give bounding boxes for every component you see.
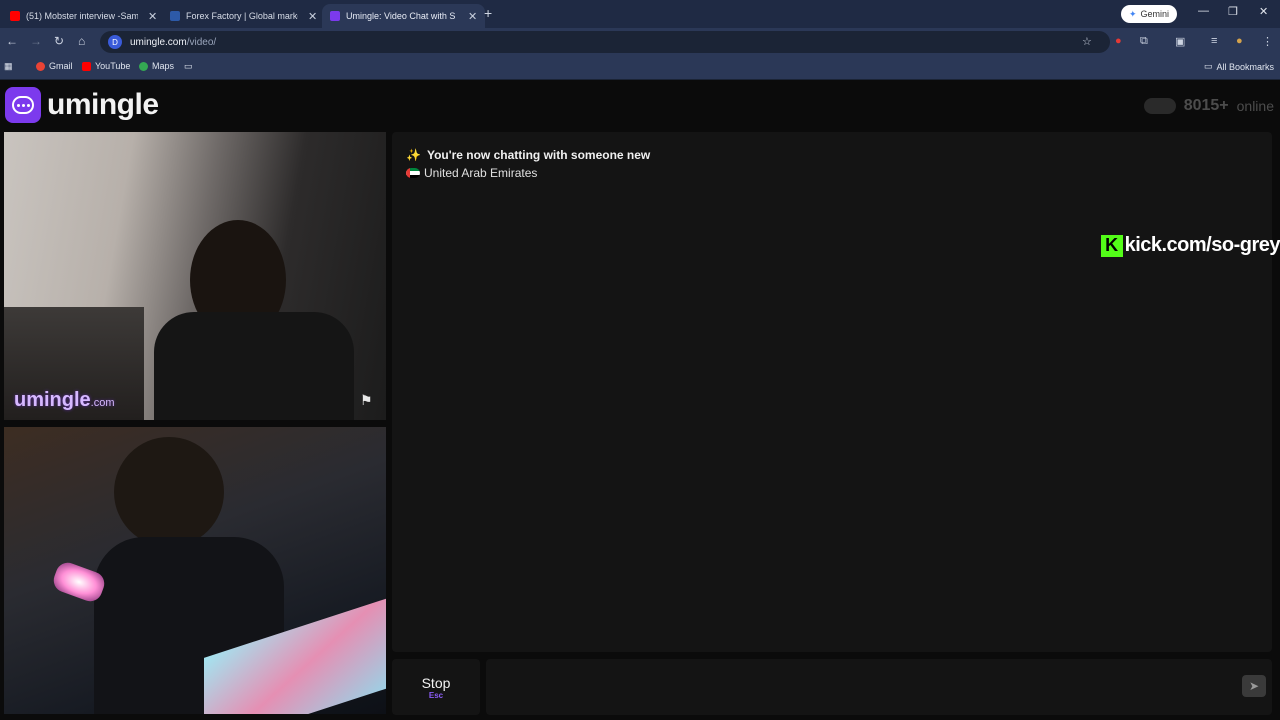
chat-status-text: You're now chatting with someone new (426, 148, 651, 162)
chat-panel: ✨ You're now chatting with someone new U… (392, 132, 1272, 652)
message-input[interactable]: ➤ (486, 659, 1272, 715)
menu-kebab-icon[interactable]: ⋮ (1262, 35, 1273, 48)
online-label: online (1236, 98, 1274, 114)
bookmark-label: YouTube (95, 61, 131, 71)
profile-avatar-icon[interactable]: ● (1236, 35, 1243, 47)
close-tab-icon[interactable]: ✕ (468, 10, 477, 23)
bookmark-label: Gmail (49, 61, 73, 71)
bookmark-maps[interactable]: Maps (139, 61, 174, 71)
new-tab-button[interactable]: + (484, 5, 492, 21)
minimize-icon[interactable]: — (1198, 5, 1209, 17)
umingle-favicon-icon (330, 11, 340, 21)
tab-title: Forex Factory | Global markets (186, 11, 298, 21)
close-tab-icon[interactable]: ✕ (148, 10, 157, 23)
google-icon (36, 61, 45, 71)
watermark-main: umingle (14, 389, 91, 411)
back-arrow-icon[interactable]: ← (6, 34, 18, 48)
record-icon[interactable]: ● (1115, 35, 1122, 47)
chat-status-message: ✨ You're now chatting with someone new (406, 148, 650, 162)
local-person-head (114, 437, 224, 547)
youtube-icon (82, 61, 91, 71)
kick-stream-overlay: K kick.com/so-grey (1100, 234, 1280, 257)
restore-icon[interactable]: ❐ (1228, 5, 1238, 18)
maps-pin-icon (139, 61, 148, 71)
bookmark-gmail[interactable]: Gmail (36, 61, 73, 71)
tab-forexfactory[interactable]: Forex Factory | Global markets ✕ (162, 4, 325, 28)
partner-country: United Arab Emirates (406, 166, 537, 180)
home-icon[interactable]: ⌂ (78, 34, 85, 48)
gemini-button[interactable]: ✦ Gemini (1121, 5, 1178, 23)
url-path: /video/ (186, 36, 217, 48)
bookmark-folder-icon[interactable]: ▭ (184, 61, 193, 72)
local-video (4, 427, 386, 714)
tab-umingle[interactable]: Umingle: Video Chat with S ✕ (322, 4, 486, 28)
umingle-page: umingle 8015+ online umingle.com ⚑ ✨ You… (0, 81, 1280, 720)
bookmarks-bar: ▦ Gmail YouTube Maps ▭ ▭ All Bookmarks (0, 56, 1280, 80)
gemini-label: Gemini (1140, 9, 1170, 19)
online-indicator: 8015+ online (1143, 97, 1274, 115)
reload-icon[interactable]: ↻ (54, 34, 64, 48)
close-window-icon[interactable]: ✕ (1259, 5, 1268, 18)
url-text: umingle.com/video/ (130, 37, 216, 48)
sparkle-icon: ✨ (406, 148, 421, 162)
site-logo[interactable]: umingle (5, 87, 159, 123)
kick-logo-icon: K (1100, 234, 1123, 257)
gemini-spark-icon: ✦ (1129, 8, 1137, 19)
remote-video: umingle.com ⚑ (4, 132, 386, 420)
remote-person-body (154, 312, 354, 420)
url-domain: umingle.com (130, 36, 187, 48)
bookmark-youtube[interactable]: YouTube (82, 61, 130, 71)
kick-url-text: kick.com/so-grey (1124, 234, 1280, 256)
online-count: 8015+ (1183, 97, 1229, 114)
all-bookmarks[interactable]: ▭ All Bookmarks (1204, 61, 1274, 72)
forexfactory-favicon-icon (170, 11, 180, 21)
all-bookmarks-label: All Bookmarks (1216, 61, 1275, 72)
stop-button[interactable]: Stop Esc (392, 659, 480, 715)
folder-icon: ▭ (1204, 61, 1213, 71)
site-info-icon[interactable]: D (108, 35, 122, 49)
address-bar[interactable]: D umingle.com/video/ (100, 31, 1110, 53)
chat-bubble-logo-icon (5, 87, 41, 123)
tab-youtube[interactable]: (51) Mobster interview -Samm ✕ (2, 4, 165, 28)
country-name: United Arab Emirates (424, 166, 538, 180)
extensions-icon[interactable]: ⧉ (1140, 35, 1148, 48)
stop-label: Stop (421, 674, 451, 691)
send-icon[interactable]: ➤ (1242, 675, 1266, 697)
stop-shortcut-key: Esc (428, 690, 444, 700)
youtube-favicon-icon (10, 11, 20, 21)
watermark-suffix: .com (90, 397, 115, 409)
tab-title: (51) Mobster interview -Samm (26, 11, 138, 21)
media-control-icon[interactable]: ≡ (1211, 35, 1217, 47)
uae-flag-icon (406, 168, 420, 178)
bookmark-star-icon[interactable]: ☆ (1082, 35, 1092, 48)
cast-icon[interactable]: ▣ (1175, 35, 1185, 48)
report-flag-icon[interactable]: ⚑ (360, 392, 378, 410)
tab-title: Umingle: Video Chat with S (346, 11, 456, 21)
logo-text: umingle (47, 88, 159, 121)
apps-grid-icon[interactable]: ▦ (4, 61, 13, 72)
bookmark-label: Maps (152, 61, 175, 71)
forward-arrow-icon[interactable]: → (30, 34, 42, 48)
online-toggle[interactable] (1143, 98, 1176, 114)
browser-toolbar: ← → ↻ ⌂ D umingle.com/video/ ☆ ● ⧉ ▣ ≡ ●… (0, 28, 1280, 56)
close-tab-icon[interactable]: ✕ (308, 10, 317, 23)
browser-tab-bar: (51) Mobster interview -Samm ✕ Forex Fac… (0, 0, 1280, 28)
umingle-watermark: umingle.com (14, 389, 115, 412)
